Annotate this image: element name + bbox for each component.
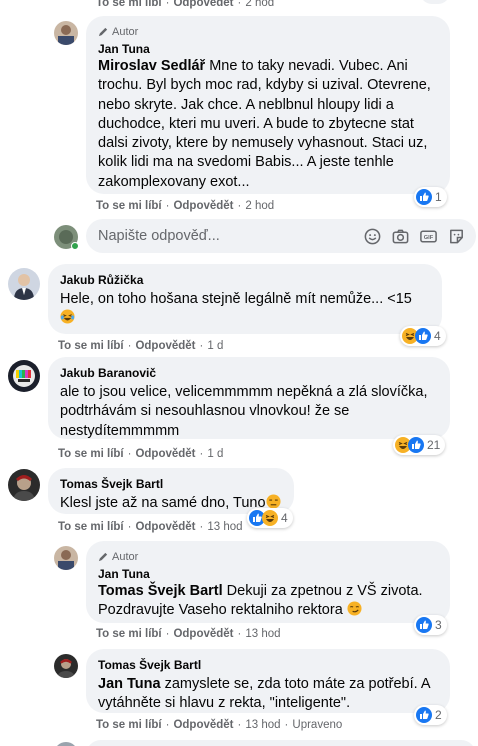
comment-text: Tomas Švejk Bartl Dekuji za zpetnou z VŠ…: [98, 583, 423, 619]
like-icon: [416, 617, 432, 633]
comment-text: Miroslav Sedlář Mne to taky nevadi. Vube…: [98, 58, 431, 190]
comment-time[interactable]: 13 hod: [245, 719, 280, 731]
avatar[interactable]: [54, 654, 78, 678]
comment-author-name[interactable]: Jakub Růžička: [60, 272, 430, 288]
reaction-count: 4: [281, 511, 288, 525]
reaction-count: 1: [435, 190, 442, 204]
comment-actions: To se mi líbí · Odpovědět · 13 hod · Upr…: [96, 719, 343, 731]
comment-time[interactable]: 13 hod: [207, 521, 242, 533]
partial-bubble: [420, 0, 450, 4]
reply-link[interactable]: Odpovědět: [135, 448, 195, 460]
reply-link[interactable]: Odpovědět: [173, 0, 233, 9]
comment-bubble: Jakub Baranovič ale to jsou velice, veli…: [48, 357, 450, 439]
reaction-summary[interactable]: 4: [400, 326, 446, 346]
smirk-emoji: [347, 601, 362, 616]
reaction-summary[interactable]: 21: [393, 435, 446, 455]
comment-author-name[interactable]: Tomas Švejk Bartl: [60, 476, 282, 492]
comment-text: Jan Tuna zamyslete se, zda toto máte za …: [98, 676, 430, 712]
comment-time[interactable]: 2 hod: [245, 200, 274, 212]
like-link[interactable]: To se mi líbí: [58, 448, 124, 460]
gif-icon[interactable]: GIF: [419, 227, 438, 246]
comment-text: Hele, on toho hošana stejně legálně mít …: [60, 290, 430, 329]
laughing-crying-emoji: [60, 309, 75, 324]
edited-label: Upraveno: [292, 719, 343, 731]
avatar[interactable]: [8, 268, 40, 300]
comment-author-name[interactable]: Jan Tuna: [98, 566, 438, 582]
mention-tag[interactable]: Miroslav Sedlář: [98, 58, 205, 74]
comment-author-name[interactable]: Jakub Baranovič: [60, 365, 438, 381]
like-icon: [416, 707, 432, 723]
reply-link[interactable]: Odpovědět: [173, 628, 233, 640]
like-link[interactable]: To se mi líbí: [96, 628, 162, 640]
reply-input-box[interactable]: GIF: [86, 219, 476, 253]
comment-author-name[interactable]: Jan Tuna: [98, 41, 438, 57]
svg-text:GIF: GIF: [424, 235, 434, 241]
like-link[interactable]: To se mi líbí: [96, 200, 162, 212]
comment-time[interactable]: 1 d: [207, 448, 223, 460]
avatar[interactable]: [54, 21, 78, 45]
like-link[interactable]: To se mi líbí: [96, 0, 162, 9]
haha-icon: [262, 510, 278, 526]
reaction-count: 2: [435, 708, 442, 722]
comment-bubble: Tomas Švejk Bartl Jan Tuna zamyslete se,…: [86, 649, 450, 713]
reaction-count: 21: [427, 438, 441, 452]
comment-time[interactable]: 2 hod: [245, 0, 274, 9]
comment-actions-top: To se mi líbí · Odpovědět · 2 hod: [96, 0, 274, 10]
camera-icon[interactable]: [391, 227, 410, 246]
reply-link[interactable]: Odpovědět: [135, 521, 195, 533]
pen-icon: [98, 27, 108, 37]
comment-author-name[interactable]: Tomas Švejk Bartl: [98, 657, 438, 673]
pen-icon: [98, 552, 108, 562]
reaction-count: 3: [435, 618, 442, 632]
sticker-icon[interactable]: [447, 227, 466, 246]
avatar[interactable]: [8, 469, 40, 501]
comment-time[interactable]: 13 hod: [245, 628, 280, 640]
partial-bubble: [86, 740, 476, 746]
like-link[interactable]: To se mi líbí: [96, 719, 162, 731]
comment-bubble: Jakub Růžička Hele, on toho hošana stejn…: [48, 264, 442, 334]
like-icon: [416, 189, 432, 205]
comment-bubble: Autor Jan Tuna Tomas Švejk Bartl Dekuji …: [86, 541, 450, 623]
author-badge: Autor: [98, 549, 438, 564]
comment-actions: To se mi líbí · Odpovědět · 1 d: [58, 340, 224, 352]
reaction-count: 4: [434, 329, 441, 343]
avatar[interactable]: [54, 546, 78, 570]
reaction-summary[interactable]: 1: [414, 187, 447, 207]
comment-bubble: Autor Jan Tuna Miroslav Sedlář Mne to ta…: [86, 16, 450, 194]
emoji-icon[interactable]: [363, 227, 382, 246]
reply-link[interactable]: Odpovědět: [173, 719, 233, 731]
like-icon: [415, 328, 431, 344]
comment-actions: To se mi líbí · Odpovědět · 1 d: [58, 448, 224, 460]
mention-tag[interactable]: Jan Tuna: [98, 676, 161, 692]
online-status-dot: [71, 242, 79, 250]
author-badge: Autor: [98, 24, 438, 39]
comment-actions: To se mi líbí · Odpovědět · 13 hod: [58, 521, 243, 533]
comment-text: ale to jsou velice, velicemmmmm nepěkná …: [60, 384, 428, 439]
comment-actions: To se mi líbí · Odpovědět · 2 hod: [96, 200, 275, 212]
unamused-emoji: [266, 494, 281, 509]
like-link[interactable]: To se mi líbí: [58, 340, 124, 352]
reply-link[interactable]: Odpovědět: [135, 340, 195, 352]
reaction-summary[interactable]: 4: [247, 508, 293, 528]
comment-time[interactable]: 1 d: [207, 340, 223, 352]
reply-input[interactable]: [98, 228, 363, 244]
avatar[interactable]: [8, 360, 40, 392]
comment-actions: To se mi líbí · Odpovědět · 13 hod: [96, 628, 281, 640]
reply-link[interactable]: Odpovědět: [173, 200, 233, 212]
like-link[interactable]: To se mi líbí: [58, 521, 124, 533]
reaction-summary[interactable]: 3: [414, 615, 447, 635]
like-icon: [408, 437, 424, 453]
mention-tag[interactable]: Tomas Švejk Bartl: [98, 583, 223, 599]
avatar[interactable]: [54, 742, 78, 746]
reaction-summary[interactable]: 2: [414, 705, 447, 725]
